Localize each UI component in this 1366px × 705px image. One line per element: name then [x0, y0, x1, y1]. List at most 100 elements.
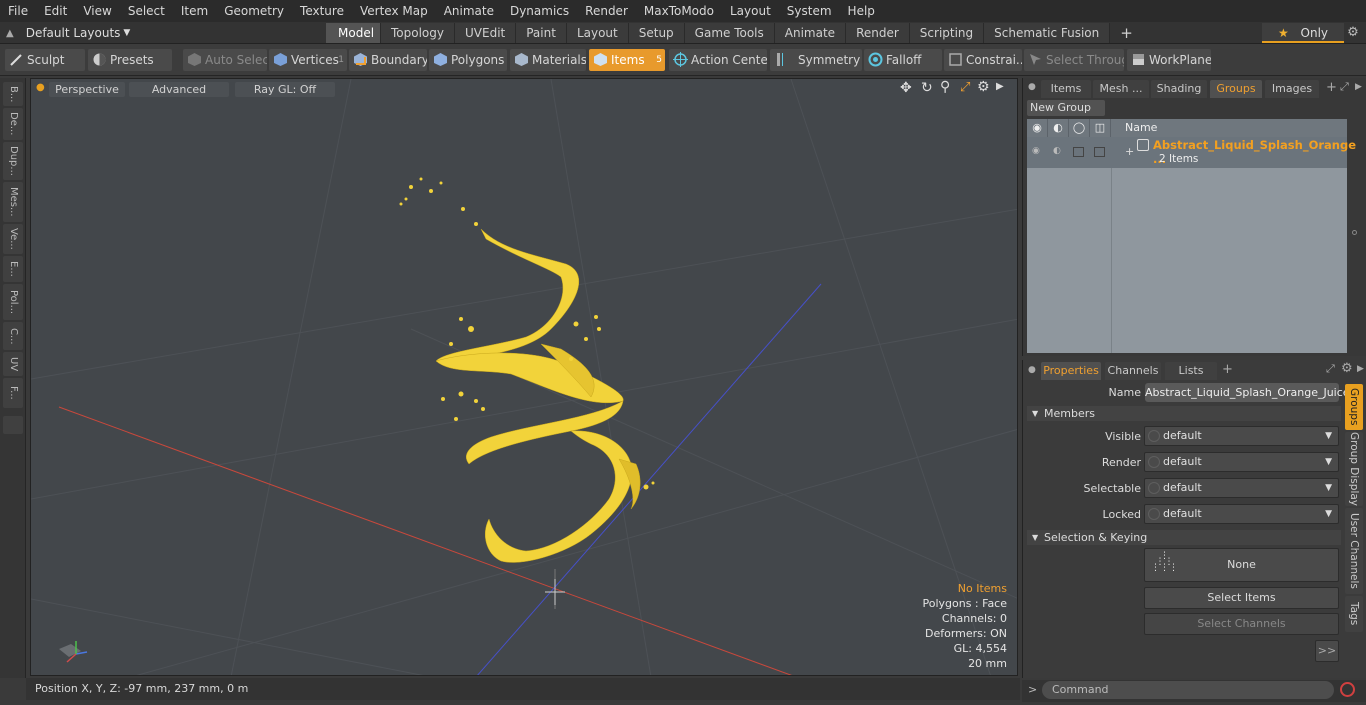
side-tab-groups[interactable]: Groups [1345, 384, 1363, 430]
panel-arrow-icon[interactable]: ▶ [1355, 82, 1362, 92]
rotate-icon[interactable]: ↻ [921, 80, 933, 96]
left-tab-vertex[interactable]: Ve... [3, 224, 23, 254]
lock-icon[interactable]: ◯ [1069, 119, 1090, 137]
tab-game-tools[interactable]: Game Tools [684, 23, 775, 43]
eye-icon[interactable]: ◉ [1027, 119, 1048, 137]
selection-keying-section[interactable]: ▼ Selection & Keying [1027, 530, 1341, 545]
menu-texture[interactable]: Texture [292, 0, 352, 22]
tab-render[interactable]: Render [846, 23, 910, 43]
menu-file[interactable]: File [0, 0, 36, 22]
menu-system[interactable]: System [779, 0, 840, 22]
workplane-button[interactable]: WorkPlane [1127, 49, 1211, 71]
left-tab-basic[interactable]: B... [3, 82, 23, 106]
gear-icon[interactable]: ⚙ [1344, 24, 1362, 42]
action-center-button[interactable]: Action Center [669, 49, 767, 71]
left-tab-mesh-edit[interactable]: Mes... [3, 182, 23, 222]
raygl-dropdown[interactable]: Ray GL: Off [235, 82, 335, 97]
constraints-button[interactable]: Constrai... [944, 49, 1022, 71]
tab-mesh[interactable]: Mesh ... [1093, 80, 1149, 98]
materials-button[interactable]: Materials [510, 49, 586, 71]
zoom-icon[interactable]: ⚲ [940, 79, 950, 95]
locked-dropdown[interactable]: default ▼ [1144, 504, 1339, 524]
menu-vertex-map[interactable]: Vertex Map [352, 0, 436, 22]
tab-properties[interactable]: Properties [1041, 362, 1101, 380]
tab-channels[interactable]: Channels [1105, 362, 1161, 380]
left-tab-fusion[interactable]: F... [3, 378, 23, 408]
name-column-header[interactable]: Name [1111, 119, 1347, 137]
boundary-button[interactable]: Boundary [349, 49, 427, 71]
items-button[interactable]: Items 5 [589, 49, 665, 71]
menu-help[interactable]: Help [840, 0, 883, 22]
side-tab-group-display[interactable]: Group Display [1345, 432, 1363, 506]
members-section[interactable]: ▼ Members [1027, 406, 1341, 421]
layout-selector[interactable]: ▲ Default Layouts ▼ [6, 22, 130, 44]
row-render-icon[interactable]: ◐ [1053, 146, 1061, 156]
viewport-gear-icon[interactable]: ⚙ [977, 79, 990, 95]
tab-items[interactable]: Items [1041, 80, 1091, 98]
render-icon[interactable]: ◐ [1048, 119, 1069, 137]
selectable-dropdown[interactable]: default ▼ [1144, 478, 1339, 498]
tab-uvedit[interactable]: UVEdit [455, 23, 517, 43]
select-items-button[interactable]: Select Items [1144, 587, 1339, 609]
tab-scripting[interactable]: Scripting [909, 23, 985, 43]
play-arrow-icon[interactable]: ▶ [996, 81, 1004, 92]
scroll-indicator[interactable] [1352, 230, 1357, 235]
select-channels-button[interactable]: Select Channels [1144, 613, 1339, 635]
render-dropdown[interactable]: default ▼ [1144, 452, 1339, 472]
menu-dynamics[interactable]: Dynamics [502, 0, 577, 22]
row-eye-icon[interactable]: ◉ [1032, 146, 1040, 156]
menu-view[interactable]: View [75, 0, 119, 22]
only-button[interactable]: ★ Only [1262, 23, 1344, 43]
tab-schematic-fusion[interactable]: Schematic Fusion [984, 23, 1111, 43]
command-input[interactable]: Command [1042, 681, 1334, 699]
vertices-button[interactable]: Vertices 1 [269, 49, 347, 71]
left-tab-curve[interactable]: C... [3, 322, 23, 350]
new-group-button[interactable]: New Group [1027, 100, 1105, 116]
side-tab-user-channels[interactable]: User Channels [1345, 508, 1363, 594]
menu-maxtomodo[interactable]: MaxToModo [636, 0, 722, 22]
props-menu-dot-icon[interactable]: ● [1028, 365, 1036, 375]
pan-icon[interactable]: ✥ [900, 80, 912, 96]
more-button[interactable]: >> [1315, 640, 1339, 662]
left-tab-extra[interactable] [3, 416, 23, 434]
left-tab-duplicate[interactable]: Dup... [3, 142, 23, 180]
side-tab-tags[interactable]: Tags [1345, 596, 1363, 632]
expand-plus-icon[interactable]: + [1125, 145, 1134, 158]
tab-images[interactable]: Images [1265, 80, 1319, 98]
menu-animate[interactable]: Animate [436, 0, 502, 22]
group-row[interactable]: ◉ ◐ + Abstract_Liquid_Splash_Orange ... … [1027, 137, 1356, 168]
row-lock-checkbox[interactable] [1073, 147, 1084, 157]
add-tab-icon[interactable]: + [1326, 80, 1337, 95]
menu-render[interactable]: Render [577, 0, 636, 22]
tab-model[interactable]: Model [326, 23, 381, 43]
select-through-button[interactable]: Select Through [1024, 49, 1124, 71]
visible-dropdown[interactable]: default ▼ [1144, 426, 1339, 446]
tab-shading[interactable]: Shading [1151, 80, 1207, 98]
3d-viewport[interactable]: ● Perspective Advanced Ray GL: Off ✥ ↻ ⚲… [30, 78, 1018, 676]
name-field[interactable]: Abstract_Liquid_Splash_Orange_Juice [1145, 383, 1350, 402]
menu-geometry[interactable]: Geometry [216, 0, 292, 22]
row-select-checkbox[interactable] [1094, 147, 1105, 157]
panel-menu-dot-icon[interactable]: ● [1028, 82, 1036, 92]
perspective-dropdown[interactable]: Perspective [49, 82, 125, 97]
menu-edit[interactable]: Edit [36, 0, 75, 22]
tab-animate[interactable]: Animate [774, 23, 847, 43]
props-gear-icon[interactable]: ⚙ [1341, 361, 1353, 376]
advanced-dropdown[interactable]: Advanced [129, 82, 229, 97]
left-tab-deform[interactable]: De... [3, 108, 23, 140]
tab-lists[interactable]: Lists [1165, 362, 1217, 380]
polygons-button[interactable]: Polygons [429, 49, 507, 71]
menu-layout[interactable]: Layout [722, 0, 779, 22]
left-tab-edge[interactable]: E... [3, 256, 23, 282]
tab-layout[interactable]: Layout [566, 23, 629, 43]
expand-panel-icon[interactable]: ⤢ [1340, 80, 1349, 94]
none-button[interactable]: ⋮ ⋮⋮ ⋮⋮⋮ None [1144, 548, 1339, 582]
menu-item[interactable]: Item [173, 0, 216, 22]
tab-paint[interactable]: Paint [516, 23, 567, 43]
left-tab-uv[interactable]: UV [3, 352, 23, 376]
record-icon[interactable] [1340, 682, 1355, 697]
props-expand-icon[interactable]: ⤢ [1326, 362, 1335, 376]
tab-setup[interactable]: Setup [628, 23, 685, 43]
tab-topology[interactable]: Topology [381, 23, 455, 43]
viewport-menu-dot-icon[interactable]: ● [36, 82, 45, 93]
